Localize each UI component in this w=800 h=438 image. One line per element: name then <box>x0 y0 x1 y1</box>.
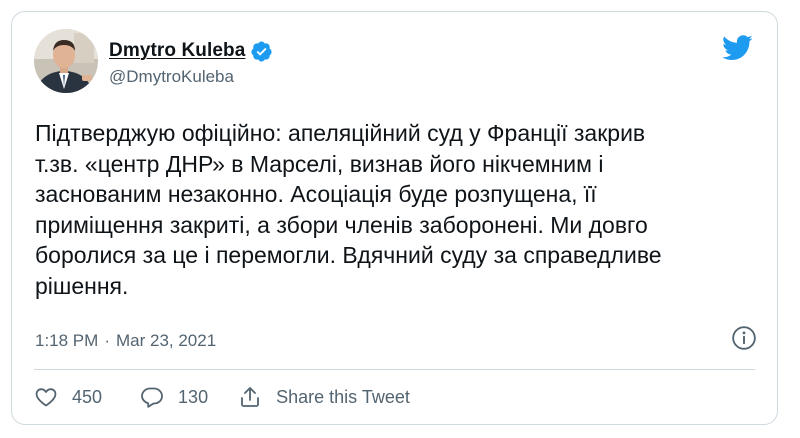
heart-icon <box>34 385 58 409</box>
tweet-time[interactable]: 1:18 PM <box>35 331 98 351</box>
avatar[interactable] <box>34 29 98 93</box>
tweet-date[interactable]: Mar 23, 2021 <box>116 331 216 351</box>
verified-badge-icon <box>250 40 273 63</box>
tweet-text: Підтверджую офіційно: апеляційний суд у … <box>35 120 662 299</box>
tweet-card[interactable]: Dmytro Kuleba @DmytroKuleba Підтверджую … <box>11 11 778 425</box>
like-button[interactable]: 450 <box>34 385 102 409</box>
tweet-meta: 1:18 PM · Mar 23, 2021 <box>35 329 216 353</box>
share-label: Share this Tweet <box>276 386 410 407</box>
tweet-actions: 450 130 Share this Tweet <box>34 384 410 410</box>
share-button[interactable]: Share this Tweet <box>238 385 410 409</box>
meta-separator: · <box>104 331 110 350</box>
reply-count: 130 <box>178 386 209 407</box>
like-count: 450 <box>72 386 103 407</box>
share-upload-icon <box>238 385 262 409</box>
author-name[interactable]: Dmytro Kuleba <box>109 40 245 62</box>
info-icon[interactable] <box>731 325 757 351</box>
divider <box>34 369 755 370</box>
twitter-bird-logo[interactable] <box>722 35 753 61</box>
reply-button[interactable]: 130 <box>140 385 208 409</box>
author-handle[interactable]: @DmytroKuleba <box>109 67 234 87</box>
speech-bubble-icon <box>140 385 164 409</box>
author-name-row[interactable]: Dmytro Kuleba <box>109 39 273 63</box>
